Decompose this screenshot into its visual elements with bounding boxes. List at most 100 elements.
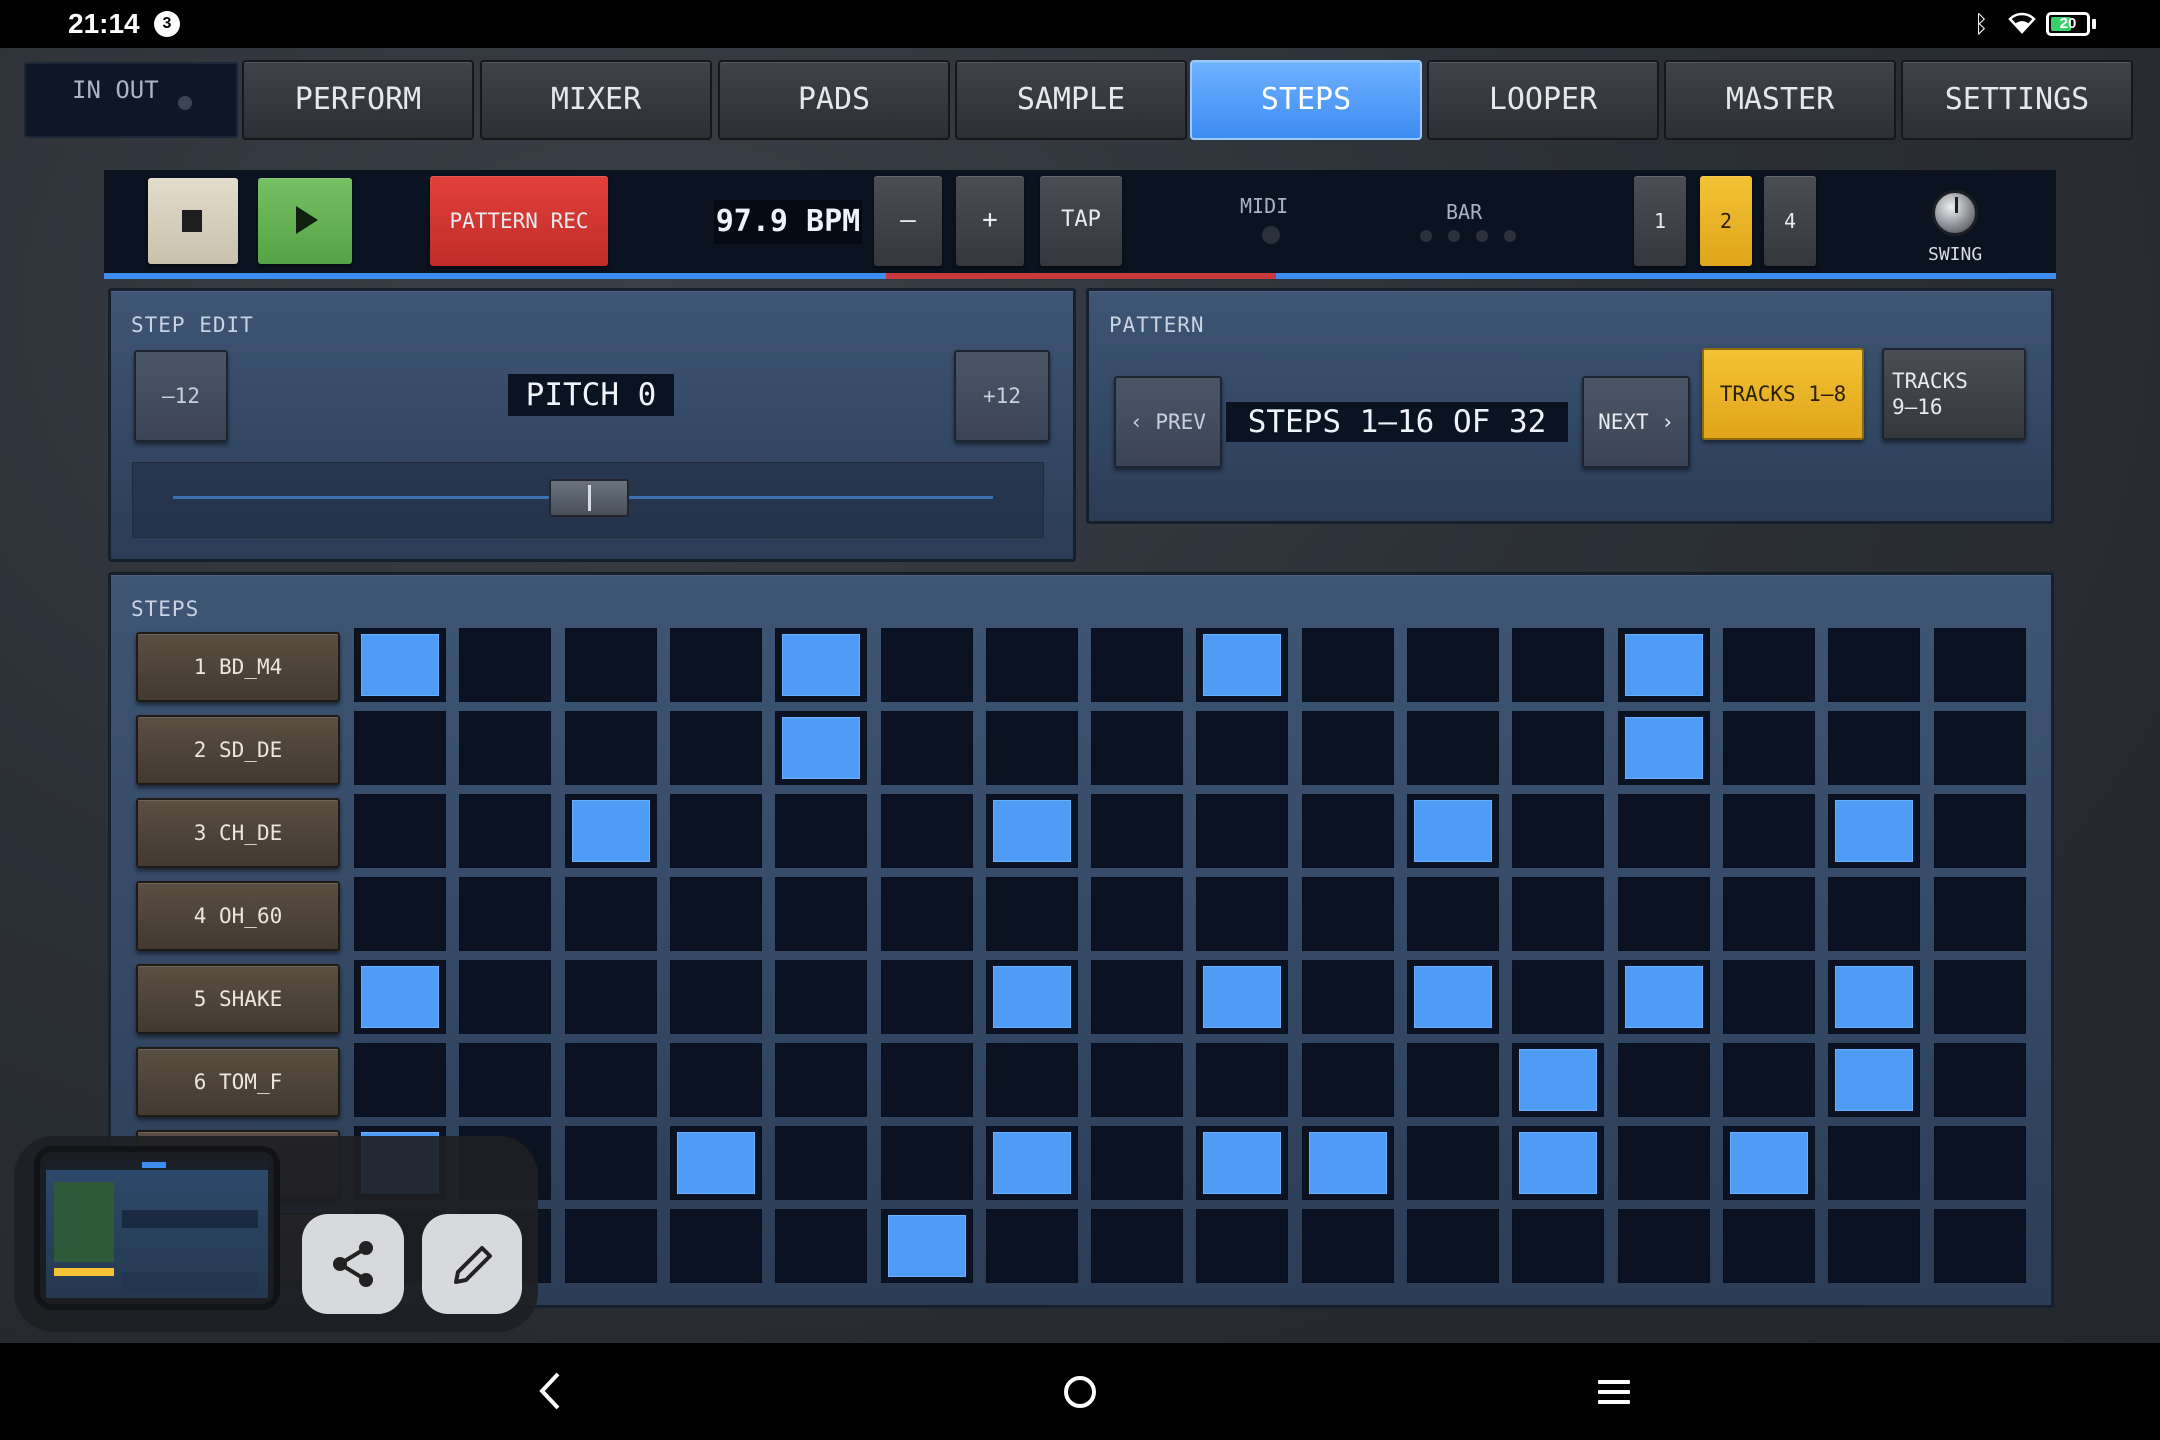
bar-length-2-button[interactable]: 2 <box>1700 176 1752 266</box>
step-cell-active[interactable] <box>986 960 1078 1034</box>
step-cell[interactable] <box>1196 877 1288 951</box>
step-cell[interactable] <box>565 1209 657 1283</box>
step-cell[interactable] <box>1302 1209 1394 1283</box>
step-cell[interactable] <box>1723 628 1815 702</box>
tracks-1-8-button[interactable]: TRACKS 1–8 <box>1702 348 1864 440</box>
step-cell[interactable] <box>1934 628 2026 702</box>
step-cell[interactable] <box>1196 794 1288 868</box>
step-cell[interactable] <box>1091 1126 1183 1200</box>
tab-steps[interactable]: STEPS <box>1190 60 1422 140</box>
step-cell[interactable] <box>354 794 446 868</box>
tab-mixer[interactable]: MIXER <box>480 60 712 140</box>
step-cell[interactable] <box>881 877 973 951</box>
step-cell[interactable] <box>1196 1209 1288 1283</box>
step-cell[interactable] <box>1512 960 1604 1034</box>
step-cell-active[interactable] <box>1196 960 1288 1034</box>
step-cell[interactable] <box>670 1043 762 1117</box>
step-cell[interactable] <box>1934 877 2026 951</box>
track-label-2[interactable]: 2 SD_DE <box>136 715 340 785</box>
step-cell[interactable] <box>986 711 1078 785</box>
step-cell[interactable] <box>1302 960 1394 1034</box>
step-cell[interactable] <box>881 794 973 868</box>
step-cell[interactable] <box>986 877 1078 951</box>
back-icon[interactable] <box>530 1368 570 1414</box>
step-cell-active[interactable] <box>1512 1043 1604 1117</box>
step-cell-active[interactable] <box>775 711 867 785</box>
step-cell[interactable] <box>1723 711 1815 785</box>
step-cell-active[interactable] <box>1618 628 1710 702</box>
step-cell[interactable] <box>881 711 973 785</box>
step-cell-active[interactable] <box>1618 711 1710 785</box>
step-cell[interactable] <box>1091 960 1183 1034</box>
step-cell[interactable] <box>459 628 551 702</box>
step-cell-active[interactable] <box>1407 794 1499 868</box>
step-cell[interactable] <box>1196 711 1288 785</box>
step-cell[interactable] <box>1512 877 1604 951</box>
step-cell[interactable] <box>1723 794 1815 868</box>
prev-page-button[interactable]: ‹ PREV <box>1114 376 1222 468</box>
pitch-minus-12-button[interactable]: –12 <box>134 350 228 442</box>
step-cell[interactable] <box>881 1126 973 1200</box>
step-cell[interactable] <box>775 794 867 868</box>
bpm-minus-button[interactable]: – <box>874 176 942 266</box>
step-cell[interactable] <box>354 877 446 951</box>
step-cell-active[interactable] <box>1407 960 1499 1034</box>
step-cell-active[interactable] <box>1618 960 1710 1034</box>
step-cell[interactable] <box>1407 1043 1499 1117</box>
step-cell[interactable] <box>565 877 657 951</box>
step-cell[interactable] <box>565 1126 657 1200</box>
step-cell[interactable] <box>1828 1209 1920 1283</box>
step-cell[interactable] <box>1618 1126 1710 1200</box>
step-cell[interactable] <box>775 960 867 1034</box>
step-cell[interactable] <box>1407 711 1499 785</box>
step-cell-active[interactable] <box>565 794 657 868</box>
step-cell[interactable] <box>670 628 762 702</box>
step-cell-active[interactable] <box>670 1126 762 1200</box>
step-cell-active[interactable] <box>986 794 1078 868</box>
next-page-button[interactable]: NEXT › <box>1582 376 1690 468</box>
step-cell[interactable] <box>1828 877 1920 951</box>
step-cell[interactable] <box>1512 711 1604 785</box>
menu-icon[interactable] <box>1598 1380 1630 1404</box>
step-cell[interactable] <box>1407 1209 1499 1283</box>
step-cell[interactable] <box>1091 877 1183 951</box>
tab-perform[interactable]: PERFORM <box>242 60 474 140</box>
step-cell[interactable] <box>1091 711 1183 785</box>
step-cell[interactable] <box>565 1043 657 1117</box>
step-cell[interactable] <box>1512 794 1604 868</box>
step-cell[interactable] <box>459 794 551 868</box>
tab-master[interactable]: MASTER <box>1664 60 1896 140</box>
step-cell[interactable] <box>775 1209 867 1283</box>
step-cell[interactable] <box>1407 628 1499 702</box>
step-cell[interactable] <box>670 877 762 951</box>
pitch-slider[interactable] <box>132 462 1044 538</box>
step-cell[interactable] <box>354 711 446 785</box>
home-icon[interactable] <box>1064 1376 1096 1408</box>
step-cell[interactable] <box>775 1126 867 1200</box>
step-cell[interactable] <box>670 1209 762 1283</box>
step-cell[interactable] <box>670 960 762 1034</box>
step-cell[interactable] <box>1934 1126 2026 1200</box>
step-cell-active[interactable] <box>1196 628 1288 702</box>
step-cell[interactable] <box>1091 794 1183 868</box>
track-label-3[interactable]: 3 CH_DE <box>136 798 340 868</box>
screenshot-thumbnail[interactable] <box>34 1146 280 1310</box>
step-cell-active[interactable] <box>775 628 867 702</box>
step-cell[interactable] <box>1723 1043 1815 1117</box>
track-label-1[interactable]: 1 BD_M4 <box>136 632 340 702</box>
swing-knob[interactable] <box>1932 190 1978 236</box>
step-cell-active[interactable] <box>1828 960 1920 1034</box>
step-cell[interactable] <box>1512 1209 1604 1283</box>
step-cell[interactable] <box>1302 711 1394 785</box>
step-cell[interactable] <box>459 960 551 1034</box>
step-cell[interactable] <box>1407 1126 1499 1200</box>
step-cell[interactable] <box>1302 794 1394 868</box>
step-cell[interactable] <box>1091 1043 1183 1117</box>
in-out-indicator[interactable]: IN OUT <box>24 62 238 138</box>
step-cell[interactable] <box>775 1043 867 1117</box>
tab-sample[interactable]: SAMPLE <box>955 60 1187 140</box>
tab-looper[interactable]: LOOPER <box>1427 60 1659 140</box>
step-cell[interactable] <box>986 1209 1078 1283</box>
step-cell[interactable] <box>1091 628 1183 702</box>
step-cell-active[interactable] <box>1828 794 1920 868</box>
